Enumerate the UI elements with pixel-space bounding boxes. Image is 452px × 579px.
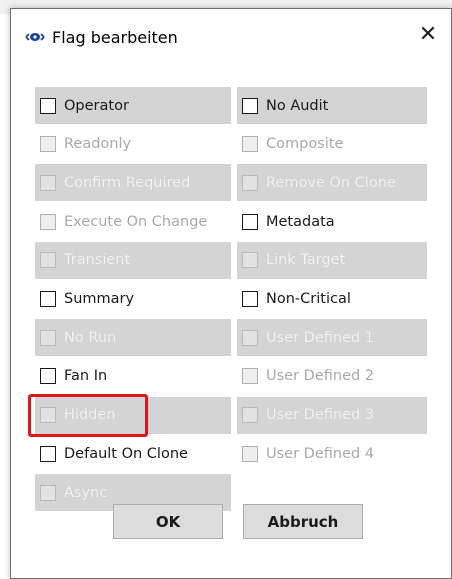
flag-composite: Composite bbox=[237, 126, 427, 163]
flag-hidden: Hidden bbox=[35, 396, 231, 434]
flag-label-no-audit: No Audit bbox=[266, 97, 329, 114]
checkbox-summary[interactable] bbox=[40, 291, 56, 307]
flag-readonly: Readonly bbox=[35, 126, 231, 163]
flag-eye-icon bbox=[25, 33, 45, 41]
dialog-title: Flag bearbeiten bbox=[52, 28, 178, 47]
flag-label-metadata: Metadata bbox=[266, 213, 335, 230]
close-button[interactable]: ✕ bbox=[405, 9, 451, 59]
flag-operator[interactable]: Operator bbox=[35, 87, 231, 124]
flag-label-async: Async bbox=[64, 484, 108, 501]
flag-label-hidden: Hidden bbox=[64, 407, 116, 424]
cancel-button[interactable]: Abbruch bbox=[243, 504, 363, 539]
checkbox-transient bbox=[40, 252, 56, 269]
flag-edit-dialog: Flag bearbeiten ✕ Operator Readonly Confir… bbox=[10, 8, 452, 579]
flag-label-remove-on-clone: Remove On Clone bbox=[266, 174, 396, 191]
flag-label-user-defined-1: User Defined 1 bbox=[266, 329, 375, 346]
checkbox-link-target bbox=[242, 252, 258, 269]
flag-label-default-on-clone: Default On Clone bbox=[64, 445, 188, 462]
flag-remove-on-clone: Remove On Clone bbox=[237, 164, 427, 202]
checkbox-user-defined-1 bbox=[242, 329, 258, 346]
checkbox-no-run bbox=[40, 329, 56, 346]
checkbox-async bbox=[40, 484, 56, 501]
checkbox-user-defined-2 bbox=[242, 368, 258, 385]
flag-user-defined-4: User Defined 4 bbox=[237, 435, 427, 472]
flag-user-defined-1: User Defined 1 bbox=[237, 319, 427, 357]
flag-label-fan-in: Fan In bbox=[64, 368, 108, 385]
flag-user-defined-2: User Defined 2 bbox=[237, 358, 427, 395]
flag-user-defined-3: User Defined 3 bbox=[237, 396, 427, 434]
checkbox-remove-on-clone bbox=[242, 174, 258, 191]
flag-label-composite: Composite bbox=[266, 136, 344, 153]
checkbox-operator[interactable] bbox=[40, 97, 56, 114]
flag-label-no-run: No Run bbox=[64, 329, 117, 346]
flag-label-link-target: Link Target bbox=[266, 252, 346, 269]
flag-transient: Transient bbox=[35, 241, 231, 279]
checkbox-fan-in[interactable] bbox=[40, 368, 56, 385]
checkbox-confirm-required bbox=[40, 174, 56, 191]
checkbox-execute-on-change bbox=[40, 213, 56, 230]
checkbox-default-on-clone[interactable] bbox=[40, 445, 56, 462]
close-icon[interactable]: ✕ bbox=[419, 21, 437, 47]
checkbox-user-defined-4 bbox=[242, 445, 258, 462]
flag-no-audit[interactable]: No Audit bbox=[237, 87, 427, 124]
flag-label-transient: Transient bbox=[64, 252, 131, 269]
flag-default-on-clone[interactable]: Default On Clone bbox=[35, 435, 231, 472]
flag-label-user-defined-2: User Defined 2 bbox=[266, 368, 375, 385]
flag-label-confirm-required: Confirm Required bbox=[64, 174, 191, 191]
checkbox-hidden bbox=[40, 407, 56, 424]
ok-button[interactable]: OK bbox=[113, 504, 223, 539]
flag-label-user-defined-4: User Defined 4 bbox=[266, 445, 375, 462]
checkbox-no-audit[interactable] bbox=[242, 97, 258, 114]
flag-execute-on-change: Execute On Change bbox=[35, 203, 231, 240]
flag-label-operator: Operator bbox=[64, 97, 129, 114]
flag-no-run: No Run bbox=[35, 319, 231, 357]
flag-metadata[interactable]: Metadata bbox=[237, 203, 427, 240]
flag-fan-in[interactable]: Fan In bbox=[35, 358, 231, 395]
flag-label-user-defined-3: User Defined 3 bbox=[266, 407, 375, 424]
flag-summary[interactable]: Summary bbox=[35, 281, 231, 318]
checkbox-readonly bbox=[40, 136, 56, 153]
checkbox-composite bbox=[242, 136, 258, 153]
flag-label-summary: Summary bbox=[64, 291, 135, 307]
flag-non-critical[interactable]: Non-Critical bbox=[237, 281, 427, 318]
flag-label-readonly: Readonly bbox=[64, 136, 132, 153]
title-bar: Flag bearbeiten ✕ bbox=[11, 9, 451, 59]
flag-label-execute-on-change: Execute On Change bbox=[64, 213, 208, 230]
checkbox-non-critical[interactable] bbox=[242, 291, 258, 307]
flags-panel: Operator Readonly Confirm Required Execute … bbox=[11, 59, 451, 578]
flag-link-target: Link Target bbox=[237, 241, 427, 279]
flag-label-non-critical: Non-Critical bbox=[266, 291, 351, 307]
checkbox-metadata[interactable] bbox=[242, 213, 258, 230]
checkbox-user-defined-3 bbox=[242, 407, 258, 424]
flag-confirm-required: Confirm Required bbox=[35, 164, 231, 202]
